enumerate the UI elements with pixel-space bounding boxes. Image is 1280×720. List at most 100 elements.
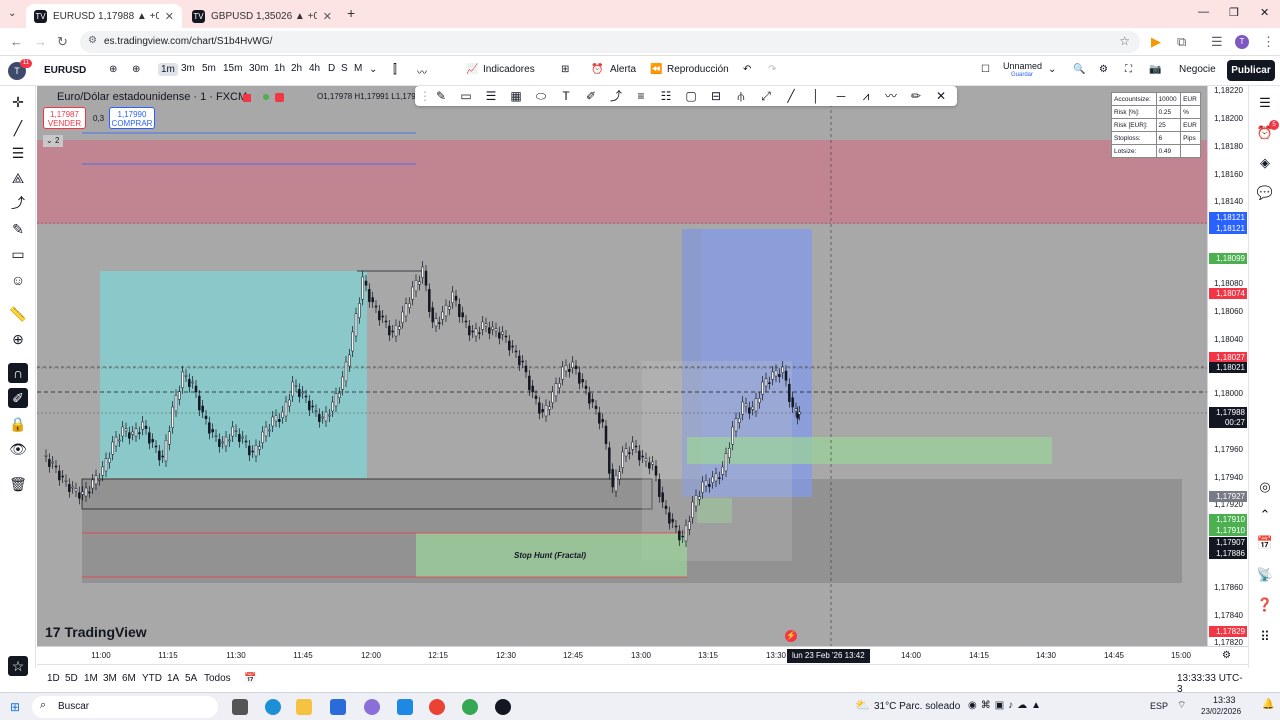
- timeframe-1m[interactable]: 1m: [158, 63, 178, 76]
- layout-save-label[interactable]: Guardar: [1011, 72, 1033, 78]
- chevron-down-icon[interactable]: ⌄: [369, 64, 377, 75]
- fib-icon[interactable]: ☰: [8, 143, 28, 163]
- range-5a[interactable]: 5A: [185, 673, 197, 684]
- range-1d[interactable]: 1D: [47, 673, 60, 684]
- range-ytd[interactable]: YTD: [142, 673, 162, 684]
- path-icon[interactable]: ⤴: [608, 88, 624, 104]
- media-icon[interactable]: ☰: [1211, 34, 1223, 50]
- camera-icon[interactable]: 📷: [1149, 64, 1161, 75]
- timeframe-15m[interactable]: 15m: [223, 63, 242, 74]
- compare-icon[interactable]: ⊕: [109, 64, 117, 75]
- file-explorer-icon[interactable]: [296, 699, 312, 715]
- trade-button[interactable]: Negocie: [1179, 64, 1216, 75]
- replay-button[interactable]: Reproducción: [667, 64, 729, 75]
- taskbar-time[interactable]: 13:33: [1213, 695, 1236, 705]
- broadcast-icon[interactable]: 📡: [1256, 566, 1274, 584]
- forward-icon[interactable]: →: [34, 34, 47, 49]
- profile-avatar[interactable]: T: [1235, 35, 1249, 49]
- lines-icon[interactable]: ☰: [483, 88, 499, 104]
- horizontal-line-icon[interactable]: ─: [833, 88, 849, 104]
- goto-date-icon[interactable]: 📅: [244, 673, 256, 684]
- language-indicator[interactable]: ESP: [1150, 701, 1168, 711]
- indicators-button[interactable]: Indicadores: [483, 64, 535, 75]
- layers-icon[interactable]: ◈: [1256, 154, 1274, 172]
- keep-drawing-icon[interactable]: ✐: [8, 388, 28, 408]
- ruler-icon[interactable]: 📏: [8, 304, 28, 324]
- target-icon[interactable]: ◎: [1256, 478, 1274, 496]
- watchlist-icon[interactable]: ☰: [1256, 94, 1274, 112]
- bookmark-star-icon[interactable]: ☆: [1119, 34, 1130, 48]
- settings-icon[interactable]: ⚙: [1099, 64, 1108, 75]
- highlighter-icon[interactable]: ✐: [583, 88, 599, 104]
- date-range-icon[interactable]: ⊟: [708, 88, 724, 104]
- extensions-icon[interactable]: ⧉: [1177, 34, 1186, 50]
- text-icon[interactable]: T: [558, 88, 574, 104]
- text-note-icon[interactable]: ▭: [8, 244, 28, 264]
- apps-grid-icon[interactable]: ⠿: [1256, 628, 1274, 646]
- layout-name[interactable]: Unnamed: [1003, 61, 1042, 71]
- close-icon[interactable]: ✕: [165, 10, 174, 23]
- pattern-icon[interactable]: ⟁: [8, 168, 28, 188]
- publish-button[interactable]: Publicar: [1227, 60, 1275, 81]
- tradingview-app-icon[interactable]: [495, 699, 511, 715]
- url-field[interactable]: ⚙ es.tradingview.com/chart/S1b4HvWG/ ☆: [80, 31, 1140, 53]
- close-icon[interactable]: ✕: [933, 88, 949, 104]
- vpn-icon[interactable]: [397, 699, 413, 715]
- brush-icon[interactable]: ✎: [8, 219, 28, 239]
- maximize-icon[interactable]: ❐: [1229, 6, 1239, 19]
- timeframe-d[interactable]: D: [328, 63, 335, 74]
- browser-tab-eurusd[interactable]: TV EURUSD 1,17988 ▲ +0.18% Un ✕: [26, 4, 182, 28]
- ellipse-icon[interactable]: ⬭: [533, 88, 549, 104]
- range-3m[interactable]: 3M: [103, 673, 117, 684]
- fullscreen-icon[interactable]: ⛶: [1125, 64, 1132, 75]
- tab-search-icon[interactable]: ⌄: [8, 8, 16, 19]
- templates-icon[interactable]: ⊞: [561, 64, 569, 75]
- magnet-icon[interactable]: ∩: [8, 363, 28, 383]
- timeframe-m[interactable]: M: [354, 63, 362, 74]
- note-icon[interactable]: ▭: [458, 88, 474, 104]
- chrome-icon[interactable]: [429, 699, 445, 715]
- close-window-icon[interactable]: ✕: [1260, 6, 1269, 19]
- chart-title[interactable]: Euro/Dólar estadounidense · 1 · FXCM: [57, 91, 247, 103]
- task-view-icon[interactable]: [232, 699, 248, 715]
- time-axis[interactable]: 15:00 14:45 14:30 14:15 14:00 13:30 13:15 13:00…: [37, 646, 1248, 664]
- calendar-icon[interactable]: 📅: [1256, 534, 1274, 552]
- favorites-star-icon[interactable]: ☆: [8, 656, 28, 676]
- windows-start-icon[interactable]: ⊞: [10, 700, 20, 714]
- pitchfork-icon[interactable]: ⫛: [733, 88, 749, 104]
- extension-play-icon[interactable]: ▶: [1151, 34, 1161, 50]
- timeframe-2h[interactable]: 2h: [291, 63, 302, 74]
- supply-zone[interactable]: [37, 140, 1207, 224]
- layout-icon[interactable]: ☐: [981, 64, 990, 75]
- chat-icon[interactable]: 💬: [1256, 184, 1274, 202]
- vertical-line-icon[interactable]: │: [808, 88, 824, 104]
- elliott-wave-icon[interactable]: 〰: [883, 88, 899, 104]
- copilot-icon[interactable]: [364, 699, 380, 715]
- trash-icon[interactable]: 🗑: [8, 474, 28, 494]
- replay-icon[interactable]: ⏪: [650, 64, 662, 75]
- chart-pane[interactable]: Stop Hunt (Fractal) Euro/Dólar estadouni…: [37, 86, 1207, 646]
- event-flag-icon[interactable]: ⚡: [785, 630, 797, 642]
- timeframe-1h[interactable]: 1h: [274, 63, 285, 74]
- tray-icons[interactable]: ◉⌘▣♪☁▲: [968, 700, 1045, 711]
- timeframe-5m[interactable]: 5m: [202, 63, 216, 74]
- timeframe-4h[interactable]: 4h: [309, 63, 320, 74]
- prediction-icon[interactable]: ⤴: [8, 193, 28, 213]
- demand-zone[interactable]: [687, 437, 1052, 464]
- table-icon[interactable]: ▦: [508, 88, 524, 104]
- timeframe-30m[interactable]: 30m: [249, 63, 268, 74]
- site-info-icon[interactable]: ⚙: [88, 35, 97, 46]
- accumulation-box[interactable]: [100, 271, 367, 478]
- xabcd-pattern-icon[interactable]: ⩘: [858, 88, 874, 104]
- symbol-search[interactable]: EURUSD: [38, 60, 108, 81]
- line-chart-icon[interactable]: 〰: [417, 64, 427, 79]
- timeframe-3m[interactable]: 3m: [181, 63, 195, 74]
- edge-icon[interactable]: [265, 699, 281, 715]
- wifi-icon[interactable]: ⌔: [1177, 699, 1186, 712]
- pencil-icon[interactable]: ✏: [908, 88, 924, 104]
- redo-icon[interactable]: ↷: [768, 64, 776, 75]
- rectangle-icon[interactable]: ▢: [683, 88, 699, 104]
- add-symbol-icon[interactable]: ⊕: [132, 64, 140, 75]
- search-icon[interactable]: 🔍: [1073, 64, 1085, 75]
- hide-icon[interactable]: 👁: [8, 439, 28, 459]
